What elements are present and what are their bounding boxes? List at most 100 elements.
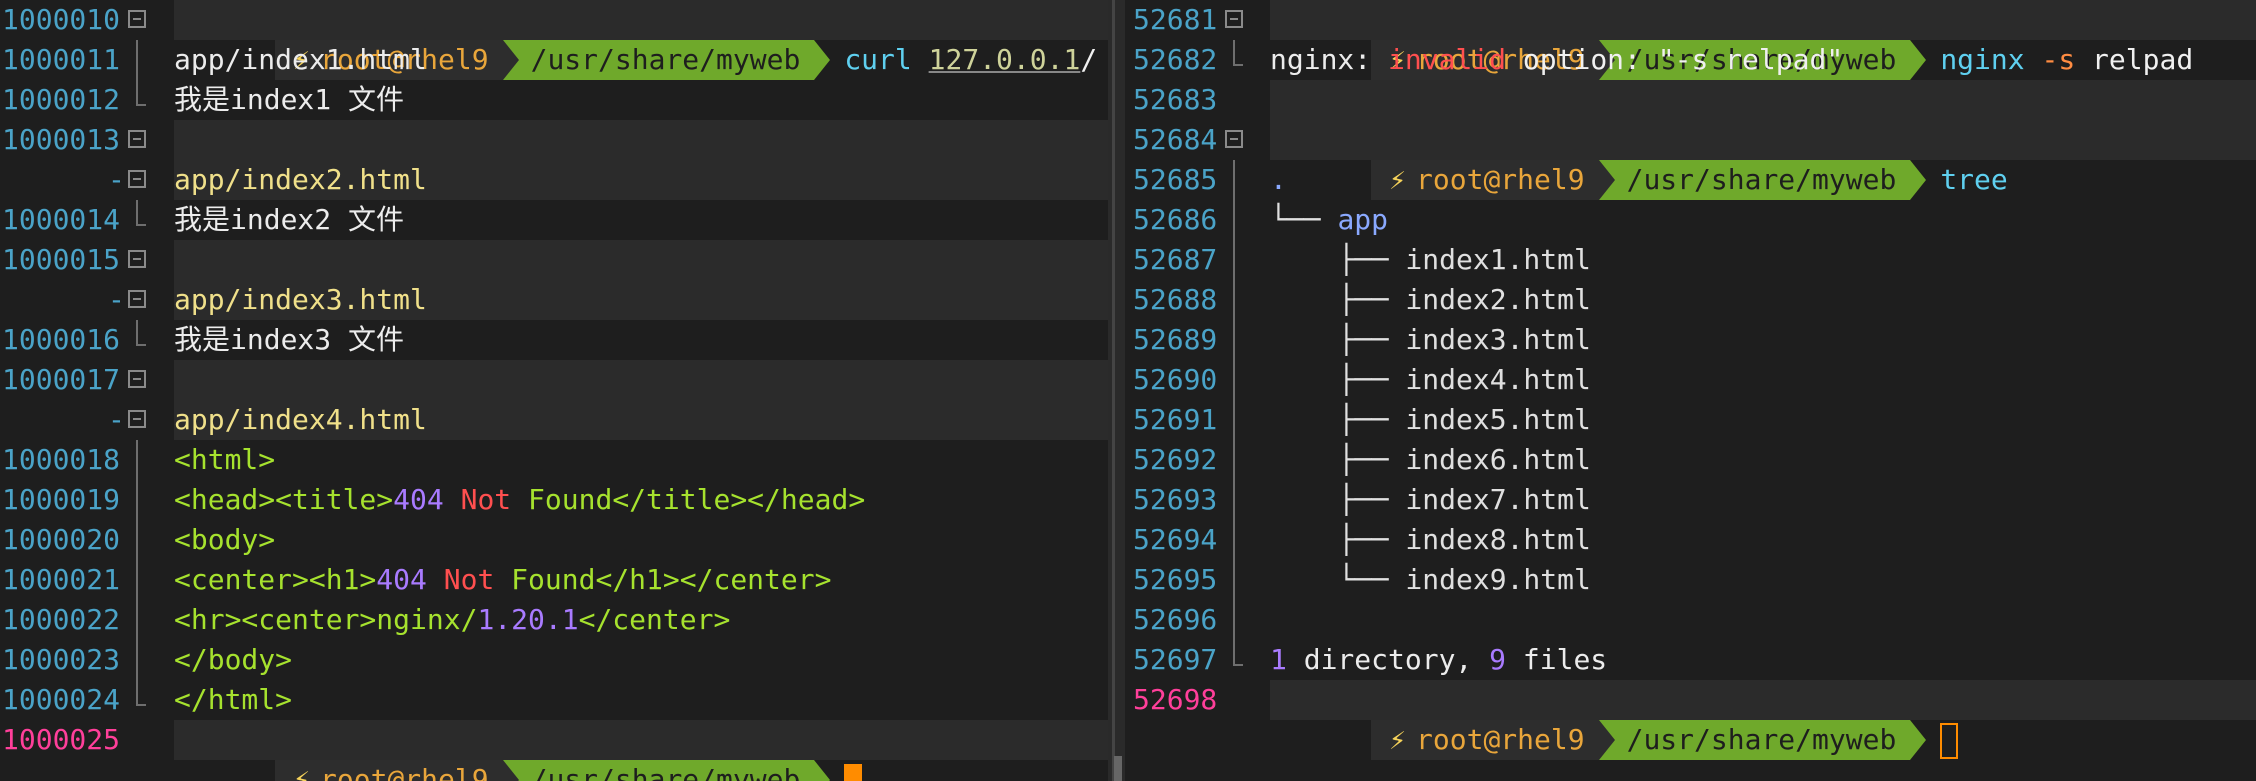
terminal-line: 1000023 </body> — [0, 640, 1108, 680]
line-number: 1000024 — [2, 683, 121, 716]
output-text: <hr><center>nginx/1.20.1</center> — [174, 603, 731, 636]
prompt-line: ⚡root@rhel9/usr/share/mywebcurl 127.0.0.… — [174, 360, 1108, 440]
terminal-line: 52692 ├── index6.html — [1125, 440, 2256, 480]
line-number: 1000014 — [2, 203, 121, 236]
text-cursor[interactable] — [844, 764, 863, 781]
tree-dir: └── app — [1270, 203, 1389, 236]
terminal-line: 1000020 <body> — [0, 520, 1108, 560]
line-number: 52683 — [1133, 83, 1218, 116]
output-text: </body> — [174, 643, 293, 676]
terminal-line: 1000021 <center><h1>404 Not Found</h1></… — [0, 560, 1108, 600]
prompt-line: ✘⚡root@rhel9/usr/share/mywebnginx -s rel… — [1270, 80, 2256, 160]
terminal-line: 52697 1 directory, 9 files — [1125, 640, 2256, 680]
output-text: <head><title>404 Not Found</title></head… — [174, 483, 866, 516]
output-text: 我是index2 文件 — [174, 203, 405, 236]
line-number: 52691 — [1133, 403, 1218, 436]
output-text: 我是index1 文件 — [174, 83, 405, 116]
line-number: 52685 — [1133, 163, 1218, 196]
fold-toggle-icon[interactable] — [128, 130, 146, 148]
line-number: 1000011 — [2, 43, 121, 76]
right-terminal-pane[interactable]: #right .content { left:145px; } #right .… — [1125, 0, 2256, 781]
terminal-line: 1000018 <html> — [0, 440, 1108, 480]
output-text: app/index2.html — [174, 163, 427, 196]
tree-file: └── index9.html — [1338, 563, 1591, 596]
terminal-line: 52688 ├── index2.html — [1125, 280, 2256, 320]
fold-toggle-icon[interactable] — [128, 290, 146, 308]
terminal-line: 52687 ├── index1.html — [1125, 240, 2256, 280]
terminal-line: 1000013 ⚡root@rhel9/usr/share/mywebcurl … — [0, 120, 1108, 200]
line-number: 1000023 — [2, 643, 121, 676]
terminal-line: 1000010 ⚡ root@rhel9/usr/share/myweb curl … — [0, 0, 1108, 80]
terminal-line: 52695 └── index9.html — [1125, 560, 2256, 600]
terminal-line: 52689 ├── index3.html — [1125, 320, 2256, 360]
terminal-line: 1000016 我是index3 文件 — [0, 320, 1108, 360]
line-number: 52697 — [1133, 643, 1218, 676]
prompt-line: ⚡root@rhel9/usr/share/mywebcurl 127.0.0.… — [174, 240, 1108, 320]
terminal-line: - app/index4.html — [0, 400, 1108, 440]
terminal-line: 52696 — [1125, 600, 2256, 640]
terminal-line: 1000024 </html> — [0, 680, 1108, 720]
fold-toggle-icon[interactable] — [1225, 130, 1243, 148]
output-text: app/index1.html — [174, 43, 427, 76]
tree-summary: 1 directory, 9 files — [1270, 643, 1608, 676]
output-text: </html> — [174, 683, 293, 716]
line-number: 52688 — [1133, 283, 1218, 316]
lightning-icon: ⚡ — [1389, 723, 1407, 756]
line-number: 1000025 — [2, 723, 121, 756]
fold-toggle-icon[interactable] — [1225, 10, 1243, 28]
prompt-line[interactable]: ⚡ root@rhel9/usr/share/myweb — [174, 720, 1108, 781]
terminal-line: 52684 ⚡ root@rhel9/usr/share/myweb tree — [1125, 120, 2256, 200]
terminal-line: 52694 ├── index8.html — [1125, 520, 2256, 560]
terminal-line: - app/index3.html — [0, 280, 1108, 320]
line-number: 52690 — [1133, 363, 1218, 396]
output-text: <html> — [174, 443, 276, 476]
line-number: 52694 — [1133, 523, 1218, 556]
line-number: 1000019 — [2, 483, 121, 516]
tree-file: ├── index6.html — [1338, 443, 1591, 476]
terminal-line: 52685 . — [1125, 160, 2256, 200]
fold-toggle-icon[interactable] — [128, 250, 146, 268]
fold-toggle-icon[interactable] — [128, 410, 146, 428]
terminal-line: 52682 nginx: invalid option: "-s relpad" — [1125, 40, 2256, 80]
tree-file: ├── index3.html — [1338, 323, 1591, 356]
line-number: 1000018 — [2, 443, 121, 476]
fold-toggle-icon[interactable] — [128, 10, 146, 28]
line-number: 52686 — [1133, 203, 1218, 236]
output-text: app/index4.html — [174, 403, 427, 436]
prompt-line: ⚡root@rhel9/usr/share/mywebcurl 127.0.0.… — [174, 120, 1108, 200]
line-number: 52684 — [1133, 123, 1218, 156]
line-number: 52696 — [1133, 603, 1218, 636]
terminal-line-current[interactable]: 1000025 ⚡ root@rhel9/usr/share/myweb — [0, 720, 1108, 781]
prompt-line[interactable]: ⚡ root@rhel9/usr/share/myweb — [1270, 680, 2256, 760]
fold-toggle-icon[interactable] — [128, 370, 146, 388]
tree-file: ├── index8.html — [1338, 523, 1591, 556]
terminal-line: 52683 ✘⚡root@rhel9/usr/share/mywebnginx … — [1125, 80, 2256, 160]
line-number: 52687 — [1133, 243, 1218, 276]
pane-divider[interactable] — [1108, 0, 1125, 781]
prompt-line: ⚡ root@rhel9/usr/share/myweb nginx -s relp… — [1270, 0, 2256, 80]
output-text: <body> — [174, 523, 276, 556]
terminal-line-current[interactable]: 52698 ⚡ root@rhel9/usr/share/myweb — [1125, 680, 2256, 760]
line-number: 52681 — [1133, 3, 1218, 36]
left-terminal-pane[interactable]: 1000010 ⚡ root@rhel9/usr/share/myweb curl … — [0, 0, 1108, 781]
tree-file: ├── index7.html — [1338, 483, 1591, 516]
line-number: 1000010 — [2, 3, 121, 36]
line-number: 52698 — [1133, 683, 1218, 716]
line-number: 1000016 — [2, 323, 121, 356]
line-number: 1000012 — [2, 83, 121, 116]
prompt-line: ⚡ root@rhel9/usr/share/myweb tree — [1270, 120, 2256, 200]
terminal-line: 52691 ├── index5.html — [1125, 400, 2256, 440]
tree-file: ├── index5.html — [1338, 403, 1591, 436]
terminal-line: 1000011 app/index1.html — [0, 40, 1108, 80]
fold-toggle-icon[interactable] — [128, 170, 146, 188]
line-number: 52693 — [1133, 483, 1218, 516]
output-text: 我是index3 文件 — [174, 323, 405, 356]
terminal-line: 1000014 我是index2 文件 — [0, 200, 1108, 240]
line-number: 1000020 — [2, 523, 121, 556]
prompt-line: ⚡root@rhel9/usr/share/mywebcurl 127.0.0.… — [174, 0, 1108, 80]
line-number: 1000017 — [2, 363, 121, 396]
terminal-line: - app/index2.html — [0, 160, 1108, 200]
tree-root: . — [1270, 163, 1287, 196]
terminal-line: 1000012 我是index1 文件 — [0, 80, 1108, 120]
text-cursor[interactable] — [1940, 723, 1959, 759]
